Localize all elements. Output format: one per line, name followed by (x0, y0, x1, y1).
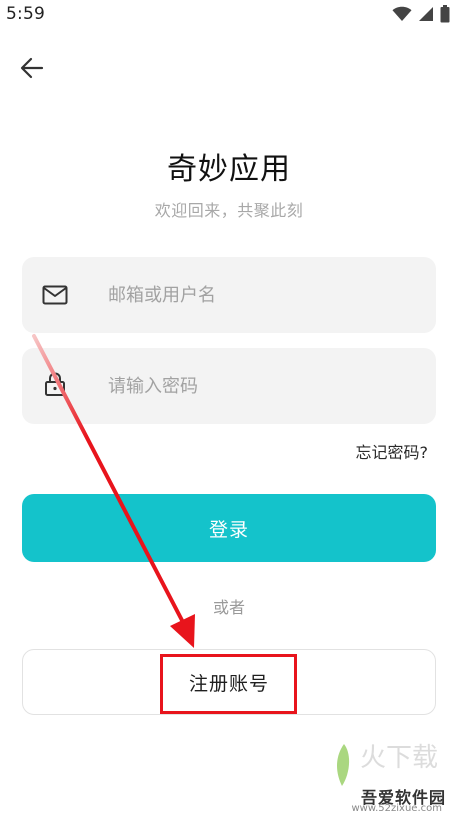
arrow-left-icon (20, 57, 44, 79)
login-button[interactable]: 登录 (22, 494, 436, 562)
status-time: 5:59 (6, 4, 45, 24)
mail-icon (42, 285, 68, 305)
app-subtitle: 欢迎回来，共聚此刻 (154, 201, 304, 220)
watermark: 火下载 吾爱软件园 www.52zixue.com (322, 734, 452, 814)
back-button[interactable] (14, 52, 50, 84)
wifi-icon (392, 6, 412, 21)
watermark-logo-icon: 火下载 (337, 743, 438, 786)
svg-text:火下载: 火下载 (360, 743, 438, 773)
password-input[interactable] (108, 348, 418, 424)
signal-icon (419, 7, 433, 21)
forgot-password-link[interactable]: 忘记密码? (356, 439, 429, 463)
battery-icon (440, 5, 450, 23)
app-title: 奇妙应用 (167, 152, 291, 187)
watermark-url: www.52zixue.com (351, 803, 443, 814)
password-field-container[interactable] (22, 348, 436, 424)
register-button[interactable]: 注册账号 (22, 649, 436, 715)
lock-icon (45, 372, 65, 396)
email-input[interactable] (108, 257, 418, 333)
watermark-brand: 吾爱软件园 (360, 788, 446, 807)
or-divider-text: 或者 (212, 598, 245, 617)
status-bar: 5:59 (0, 0, 458, 28)
email-field-container[interactable] (22, 257, 436, 333)
status-icons (392, 5, 450, 23)
